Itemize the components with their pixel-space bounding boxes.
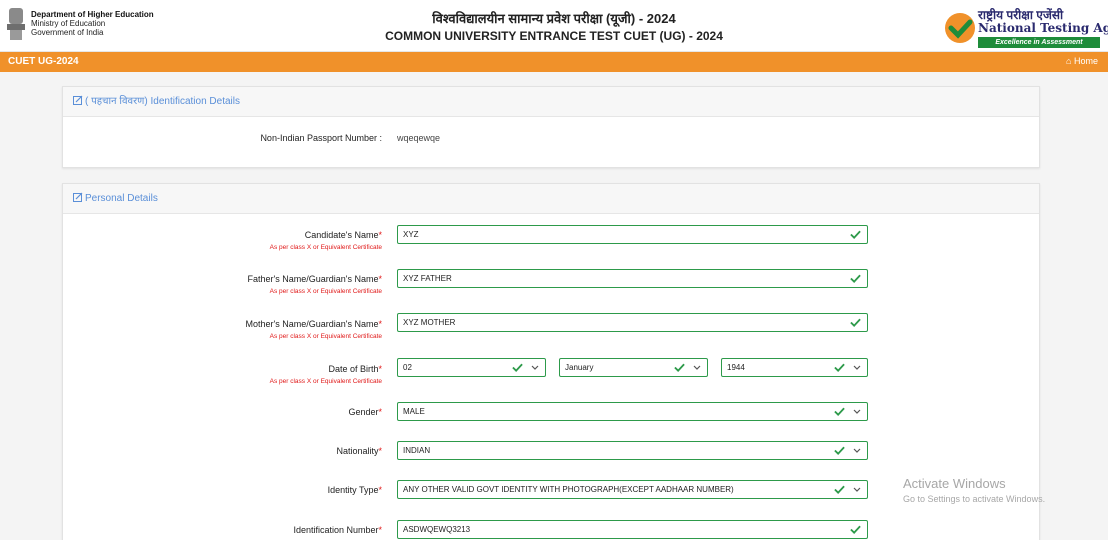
nationality-select[interactable]: INDIAN	[397, 441, 868, 460]
valid-check-icon	[834, 407, 845, 417]
site-header: Department of Higher Education Ministry …	[0, 0, 1108, 52]
personal-title: Personal Details	[85, 193, 158, 204]
valid-check-icon	[850, 274, 861, 284]
watermark-subtitle: Go to Settings to activate Windows.	[903, 494, 1046, 504]
identification-number-label: Identification Number*	[293, 525, 382, 535]
chevron-down-icon	[853, 365, 861, 370]
exam-title-english: COMMON UNIVERSITY ENTRANCE TEST CUET (UG…	[385, 29, 723, 43]
candidate-name-field[interactable]: XYZ	[397, 225, 868, 244]
identification-card-header: ( पहचान विवरण) Identification Details	[63, 87, 1039, 117]
mother-name-field[interactable]: XYZ MOTHER	[397, 313, 868, 332]
father-name-field[interactable]: XYZ FATHER	[397, 269, 868, 288]
nav-bar: CUET UG-2024 ⌂ Home	[0, 52, 1108, 72]
chevron-down-icon	[853, 487, 861, 492]
candidate-name-note: As per class X or Equivalent Certificate	[269, 244, 382, 251]
personal-details-card: Personal Details Candidate's Name* As pe…	[62, 183, 1040, 540]
dob-year-select[interactable]: 1944	[721, 358, 868, 377]
nationality-label: Nationality*	[336, 446, 382, 456]
personal-card-header: Personal Details	[63, 184, 1039, 214]
nav-brand[interactable]: CUET UG-2024	[8, 56, 79, 67]
valid-check-icon	[834, 363, 845, 373]
father-name-label: Father's Name/Guardian's Name*	[247, 274, 382, 284]
valid-check-icon	[850, 525, 861, 535]
identity-type-select[interactable]: ANY OTHER VALID GOVT IDENTITY WITH PHOTO…	[397, 480, 868, 499]
identity-type-value: ANY OTHER VALID GOVT IDENTITY WITH PHOTO…	[403, 485, 734, 494]
chevron-down-icon	[853, 409, 861, 414]
father-name-note: As per class X or Equivalent Certificate	[269, 288, 382, 295]
candidate-name-value: XYZ	[403, 230, 419, 239]
valid-check-icon	[512, 363, 523, 373]
chevron-down-icon	[531, 365, 539, 370]
passport-value: wqeqewqe	[397, 133, 441, 143]
exam-title-hindi: विश्वविद्यालयीन सामान्य प्रवेश परीक्षा (…	[432, 11, 676, 26]
identification-card: ( पहचान विवरण) Identification Details No…	[62, 86, 1040, 168]
father-name-value: XYZ FATHER	[403, 274, 452, 283]
gender-select[interactable]: MALE	[397, 402, 868, 421]
valid-check-icon	[850, 318, 861, 328]
identification-number-value: ASDWQEWQ3213	[403, 525, 471, 534]
dob-month-value: January	[565, 363, 594, 372]
nationality-value: INDIAN	[403, 446, 431, 455]
dob-day-value: 02	[403, 363, 412, 372]
passport-label: Non-Indian Passport Number :	[260, 133, 382, 143]
dob-day-select[interactable]: 02	[397, 358, 546, 377]
home-link[interactable]: ⌂ Home	[1066, 56, 1098, 66]
nta-tagline: Excellence in Assessment	[978, 37, 1100, 48]
gender-label: Gender*	[348, 407, 382, 417]
identification-title: ( पहचान विवरण) Identification Details	[85, 96, 240, 107]
dob-note: As per class X or Equivalent Certificate	[269, 378, 382, 385]
gender-value: MALE	[403, 407, 425, 416]
chevron-down-icon	[853, 448, 861, 453]
mother-name-value: XYZ MOTHER	[403, 318, 456, 327]
identification-number-field[interactable]: ASDWQEWQ3213	[397, 520, 868, 539]
candidate-name-label: Candidate's Name*	[304, 230, 382, 240]
watermark-title: Activate Windows	[903, 476, 1006, 491]
edit-icon	[73, 192, 83, 202]
mother-name-label: Mother's Name/Guardian's Name*	[245, 319, 382, 329]
valid-check-icon	[674, 363, 685, 373]
chevron-down-icon	[693, 365, 701, 370]
dob-year-value: 1944	[727, 363, 745, 372]
nta-check-logo-icon	[945, 13, 975, 43]
nta-logo: राष्ट्रीय परीक्षा एजेंसी National Testin…	[944, 6, 1108, 48]
valid-check-icon	[834, 485, 845, 495]
identity-type-label: Identity Type*	[327, 485, 382, 495]
dob-label: Date of Birth*	[328, 364, 382, 374]
mother-name-note: As per class X or Equivalent Certificate	[269, 333, 382, 340]
windows-activation-watermark: Activate Windows Go to Settings to activ…	[903, 476, 1045, 504]
dob-month-select[interactable]: January	[559, 358, 708, 377]
valid-check-icon	[834, 446, 845, 456]
valid-check-icon	[850, 230, 861, 240]
edit-icon	[73, 95, 83, 105]
nta-name-english: National Testing Agency	[978, 21, 1108, 35]
